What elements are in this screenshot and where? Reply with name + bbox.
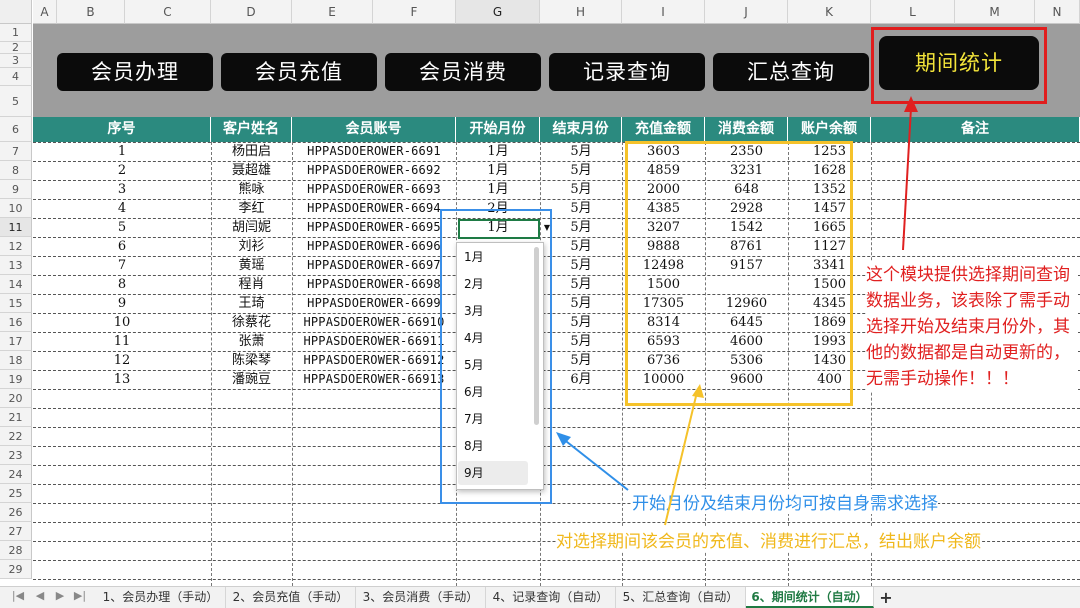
red-arrow-head: [904, 96, 918, 112]
annotation-arrows: [556, 96, 918, 526]
yellow-arrow-head: [692, 384, 704, 398]
sheet-tab-member-recharge[interactable]: 2、会员充值（手动）: [226, 587, 356, 608]
last-sheet-icon[interactable]: ▶|: [72, 589, 88, 602]
sheet-tab-member-register[interactable]: 1、会员办理（手动）: [96, 587, 226, 608]
first-sheet-icon[interactable]: |◀: [10, 589, 26, 602]
next-sheet-icon[interactable]: ▶: [52, 589, 68, 602]
red-arrow-line: [902, 107, 912, 251]
sheet-tab-member-consume[interactable]: 3、会员消费（手动）: [356, 587, 486, 608]
sheet-tab-record-query[interactable]: 4、记录查询（自动）: [486, 587, 616, 608]
blue-arrow-line: [561, 437, 629, 491]
yellow-arrow-line: [664, 391, 698, 526]
prev-sheet-icon[interactable]: ◀: [32, 589, 48, 602]
sheet-tab-summary-query[interactable]: 5、汇总查询（自动）: [616, 587, 746, 608]
plus-icon[interactable]: +: [876, 587, 896, 608]
spreadsheet-grid: A B C D E F G H I J K L M N 1 2 3 4 5 6 7 8 9 10 11 12 13 14 15 16 17 1…: [0, 0, 1080, 586]
sheet-tab-bar: |◀ ◀ ▶ ▶| 1、会员办理（手动） 2、会员充值（手动） 3、会员消费（手…: [0, 586, 1080, 608]
sheet-tab-period-stats[interactable]: 6、期间统计（自动）: [746, 587, 874, 608]
